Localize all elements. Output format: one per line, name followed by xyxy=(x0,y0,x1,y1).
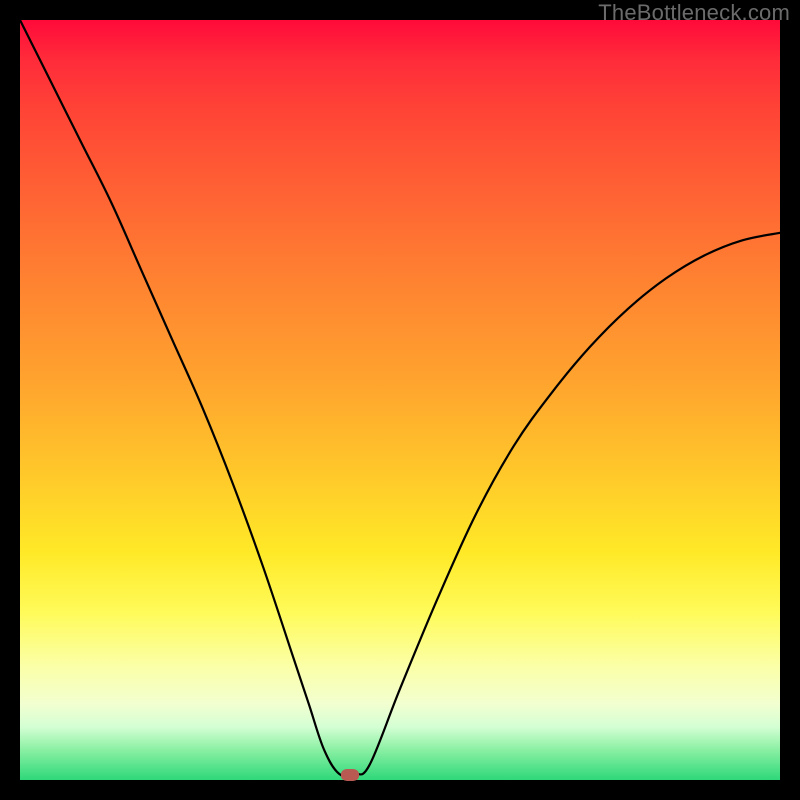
optimum-marker xyxy=(341,769,359,781)
bottleneck-curve xyxy=(20,20,780,780)
plot-area xyxy=(20,20,780,780)
outer-frame: TheBottleneck.com xyxy=(0,0,800,800)
